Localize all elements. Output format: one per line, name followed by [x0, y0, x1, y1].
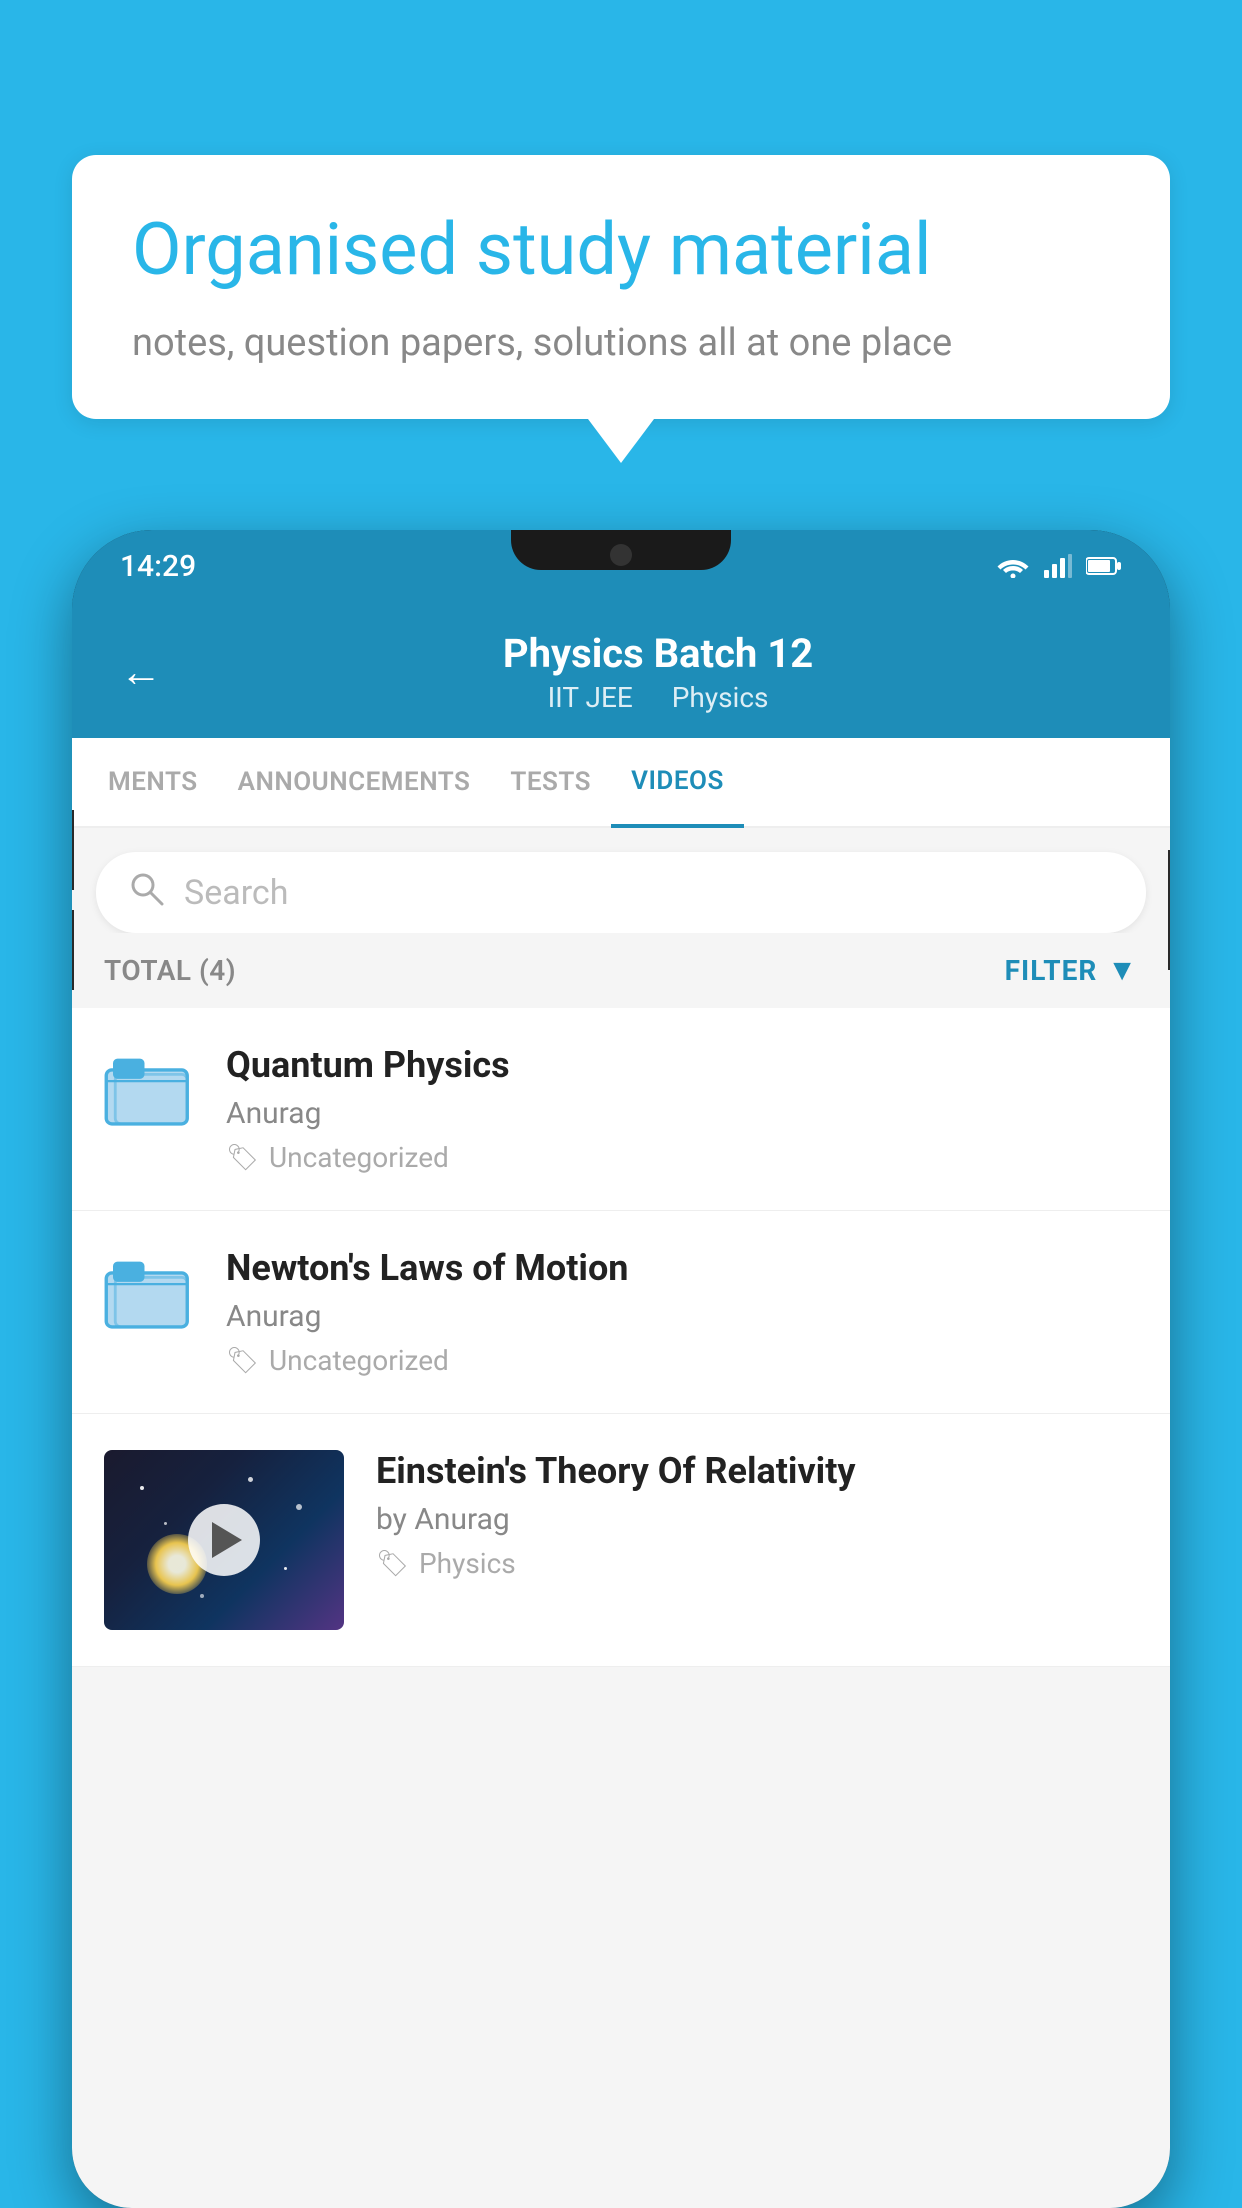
video-tag: 🏷 Uncategorized: [226, 1344, 1138, 1377]
speech-bubble-heading: Organised study material: [132, 207, 1110, 293]
list-item[interactable]: Einstein's Theory Of Relativity by Anura…: [72, 1414, 1170, 1667]
app-content: ← Physics Batch 12 IIT JEE Physics MENTS…: [72, 602, 1170, 2208]
power-button: [1168, 850, 1170, 970]
tabs-bar: MENTS ANNOUNCEMENTS TESTS VIDEOS: [72, 738, 1170, 828]
search-placeholder: Search: [184, 873, 288, 913]
tag-icon: 🏷: [226, 1143, 259, 1173]
video-tag: 🏷 Uncategorized: [226, 1141, 1138, 1174]
play-button[interactable]: [188, 1504, 260, 1576]
search-bar[interactable]: Search: [96, 852, 1146, 933]
batch-title: Physics Batch 12: [194, 630, 1122, 677]
back-button[interactable]: ←: [120, 648, 162, 697]
filter-label: FILTER: [1005, 954, 1098, 987]
tag-icon: 🏷: [376, 1549, 409, 1579]
speech-bubble-subtext: notes, question papers, solutions all at…: [132, 317, 1110, 370]
video-title: Newton's Laws of Motion: [226, 1247, 1138, 1289]
signal-icon: [1044, 554, 1072, 578]
content-area: Search TOTAL (4) FILTER ▼: [72, 828, 1170, 2208]
video-author: Anurag: [226, 1299, 1138, 1334]
video-info: Quantum Physics Anurag 🏷 Uncategorized: [226, 1044, 1138, 1174]
play-button-overlay[interactable]: [104, 1450, 344, 1630]
video-thumbnail: [104, 1450, 344, 1630]
app-header: ← Physics Batch 12 IIT JEE Physics: [72, 602, 1170, 738]
folder-icon: [104, 1044, 194, 1134]
camera-notch: [610, 544, 632, 566]
search-icon: [128, 870, 164, 915]
video-info: Newton's Laws of Motion Anurag 🏷 Uncateg…: [226, 1247, 1138, 1377]
tab-announcements[interactable]: ANNOUNCEMENTS: [218, 739, 491, 825]
folder-icon: [104, 1247, 194, 1337]
volume-down-button: [72, 910, 74, 990]
tag-icon: 🏷: [226, 1346, 259, 1376]
list-item[interactable]: Quantum Physics Anurag 🏷 Uncategorized: [72, 1008, 1170, 1211]
status-icons: [996, 554, 1122, 578]
tab-tests[interactable]: TESTS: [490, 739, 611, 825]
video-info: Einstein's Theory Of Relativity by Anura…: [376, 1450, 1138, 1580]
total-count: TOTAL (4): [104, 954, 236, 987]
speech-bubble: Organised study material notes, question…: [72, 155, 1170, 419]
tag-label: Uncategorized: [269, 1344, 449, 1377]
subtitle-physics: Physics: [672, 681, 769, 714]
header-title-group: Physics Batch 12 IIT JEE Physics: [194, 630, 1122, 714]
tag-label: Physics: [419, 1547, 516, 1580]
status-time: 14:29: [120, 549, 196, 584]
status-bar: 14:29: [72, 530, 1170, 602]
video-tag: 🏷 Physics: [376, 1547, 1138, 1580]
filter-button[interactable]: FILTER ▼: [1005, 953, 1138, 988]
tag-label: Uncategorized: [269, 1141, 449, 1174]
battery-icon: [1086, 556, 1122, 576]
tab-videos[interactable]: VIDEOS: [611, 738, 744, 828]
video-title: Quantum Physics: [226, 1044, 1138, 1086]
wifi-icon: [996, 554, 1030, 578]
video-list: Quantum Physics Anurag 🏷 Uncategorized: [72, 1008, 1170, 1667]
video-title: Einstein's Theory Of Relativity: [376, 1450, 1138, 1492]
filter-row: TOTAL (4) FILTER ▼: [72, 933, 1170, 1008]
video-author: Anurag: [226, 1096, 1138, 1131]
video-author: by Anurag: [376, 1502, 1138, 1537]
volume-up-button: [72, 810, 74, 890]
play-triangle: [212, 1522, 242, 1558]
phone-frame: 14:29 ←: [72, 530, 1170, 2208]
list-item[interactable]: Newton's Laws of Motion Anurag 🏷 Uncateg…: [72, 1211, 1170, 1414]
batch-subtitle: IIT JEE Physics: [194, 681, 1122, 714]
subtitle-iit: IIT JEE: [548, 681, 633, 714]
speech-bubble-container: Organised study material notes, question…: [72, 155, 1170, 419]
filter-icon: ▼: [1107, 953, 1138, 988]
tab-ments[interactable]: MENTS: [88, 739, 218, 825]
